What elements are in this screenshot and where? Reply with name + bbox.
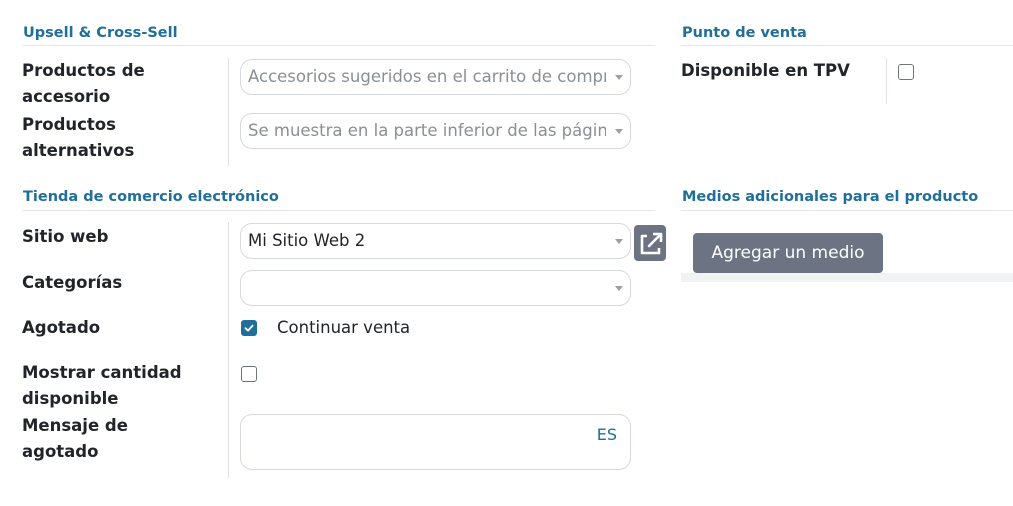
continue-selling-checkbox[interactable] <box>241 320 257 336</box>
website-select[interactable]: Mi Sitio Web 2 <box>240 223 631 259</box>
out-of-stock-message-label: Mensaje de agotado <box>22 413 128 465</box>
section-divider-upsell <box>22 45 655 46</box>
show-available-qty-label-line2: disponible <box>22 389 119 408</box>
categories-select[interactable] <box>240 270 631 306</box>
show-available-qty-checkbox[interactable] <box>241 366 257 382</box>
accessory-products-placeholder: Accesorios sugeridos en el carrito de co… <box>248 67 606 86</box>
alternative-products-label-line2: alternativos <box>22 141 135 160</box>
out-of-stock-message-input[interactable]: ES <box>240 414 631 470</box>
accessory-products-label-line2: accesorio <box>22 87 111 106</box>
website-value: Mi Sitio Web 2 <box>248 231 366 250</box>
accessory-products-select[interactable]: Accesorios sugeridos en el carrito de co… <box>240 59 631 95</box>
field-separator <box>228 58 229 166</box>
out-of-stock-message-label-line2: agotado <box>22 442 99 461</box>
check-icon <box>244 324 254 332</box>
categories-label: Categorías <box>22 273 123 292</box>
out-of-stock-label: Agotado <box>22 318 101 337</box>
show-available-qty-label: Mostrar cantidad disponible <box>22 360 182 412</box>
chevron-down-icon[interactable] <box>615 129 623 134</box>
external-link-icon <box>640 232 663 255</box>
section-divider-ecommerce <box>22 210 655 211</box>
alternative-products-label: Productos alternativos <box>22 112 134 164</box>
continue-selling-label[interactable]: Continuar venta <box>277 317 410 339</box>
alternative-products-placeholder: Se muestra en la parte inferior de las p… <box>248 121 606 140</box>
website-external-link-button[interactable] <box>634 225 666 261</box>
pos-available-checkbox[interactable] <box>898 64 914 80</box>
add-media-button[interactable]: Agregar un medio <box>693 233 883 273</box>
show-available-qty-label-line1: Mostrar cantidad <box>22 363 182 382</box>
language-toggle[interactable]: ES <box>597 425 617 444</box>
categories-value <box>248 271 606 305</box>
chevron-down-icon[interactable] <box>615 75 623 80</box>
chevron-down-icon[interactable] <box>615 286 623 291</box>
section-title-ecommerce: Tienda de comercio electrónico <box>23 189 279 205</box>
accessory-products-label: Productos de accesorio <box>22 58 145 110</box>
field-separator <box>886 58 887 104</box>
section-divider-media <box>681 210 1013 211</box>
media-gallery-strip <box>681 273 1013 282</box>
chevron-down-icon[interactable] <box>615 239 623 244</box>
out-of-stock-message-label-line1: Mensaje de <box>22 416 128 435</box>
section-title-media: Medios adicionales para el producto <box>682 189 979 205</box>
accessory-products-label-line1: Productos de <box>22 61 145 80</box>
section-divider-pos <box>681 45 1013 46</box>
section-title-upsell: Upsell & Cross-Sell <box>23 25 178 41</box>
field-separator <box>228 222 229 478</box>
alternative-products-label-line1: Productos <box>22 115 116 134</box>
website-label: Sitio web <box>22 227 109 246</box>
alternative-products-select[interactable]: Se muestra en la parte inferior de las p… <box>240 113 631 149</box>
section-title-pos: Punto de venta <box>682 25 807 41</box>
pos-available-label: Disponible en TPV <box>681 61 850 80</box>
